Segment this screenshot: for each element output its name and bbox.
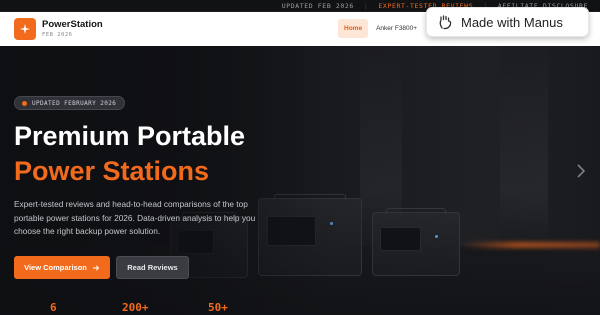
stat-value: 6 [50,301,57,314]
manus-hand-icon [439,15,452,30]
topbar-separator: | [363,1,369,10]
stat-value: 50+ [208,301,228,314]
read-reviews-label: Read Reviews [127,263,178,272]
nav-item-home[interactable]: Home [338,19,369,38]
view-comparison-button[interactable]: View Comparison [14,256,110,279]
brand-name: PowerStation [42,19,103,30]
hero-description: Expert-tested reviews and head-to-head c… [14,199,256,237]
made-with-manus-label: Made with Manus [461,14,563,30]
hero-title-line-2: Power Stations [14,156,210,186]
hero-title-line-1: Premium Portable [14,121,246,151]
updated-badge: UPDATED FEBRUARY 2026 [14,96,126,110]
hero-section: UPDATED FEBRUARY 2026 Premium Portable P… [0,46,600,315]
brand-subtitle: FEB 2026 [42,31,73,38]
main-nav: Home Anker F3800+ [338,19,419,38]
nav-item-anker-f3800[interactable]: Anker F3800+ [374,19,419,38]
stat-value: 200+ [122,301,149,314]
made-with-manus-badge[interactable]: Made with Manus [426,7,589,37]
read-reviews-button[interactable]: Read Reviews [116,256,189,279]
status-dot-icon [22,100,27,106]
arrow-right-icon [92,264,100,271]
updated-date-text: UPDATED FEB 2026 [281,1,354,10]
brand-block[interactable]: PowerStation FEB 2026 [42,20,103,38]
bolt-icon [20,24,30,34]
view-comparison-label: View Comparison [24,263,87,272]
site-logo[interactable] [14,18,36,40]
chevron-right-icon[interactable] [574,163,588,179]
updated-badge-text: UPDATED FEBRUARY 2026 [32,99,117,107]
